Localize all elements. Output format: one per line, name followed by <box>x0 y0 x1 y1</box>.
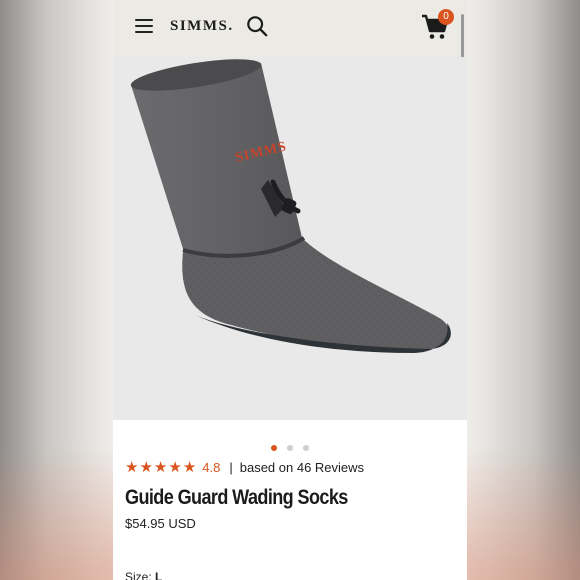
menu-icon[interactable] <box>135 18 153 34</box>
star-icon: ★ <box>139 459 153 476</box>
size-row: Size: L <box>125 570 162 580</box>
rating-separator: | <box>229 460 233 475</box>
cart-count-badge: 0 <box>438 9 454 25</box>
product-image[interactable]: SIMMS <box>113 57 467 420</box>
site-header: SIMMS. 0 <box>113 0 467 92</box>
brand-logo[interactable]: SIMMS. <box>170 18 234 35</box>
product-title: Guide Guard Wading Socks <box>125 486 348 509</box>
carousel-dot[interactable] <box>303 445 310 451</box>
star-icon: ★ <box>168 459 182 476</box>
star-icon: ★ <box>125 459 139 476</box>
search-icon[interactable] <box>246 15 268 37</box>
mobile-page: SIMMS. 0 SIMMS ★ ★ ★ ★ ★ 4.8 | based on … <box>113 0 467 580</box>
rating-value: 4.8 <box>202 460 221 475</box>
carousel-dot[interactable] <box>287 445 293 451</box>
size-value[interactable]: L <box>155 570 162 580</box>
reviews-link[interactable]: based on 46 Reviews <box>240 460 364 475</box>
carousel-dots <box>113 438 467 456</box>
rating-stars[interactable]: ★ ★ ★ ★ ★ <box>125 460 197 475</box>
size-label: Size: <box>125 570 152 580</box>
star-icon: ★ <box>182 459 197 476</box>
product-price: $54.95 USD <box>125 516 196 531</box>
star-icon: ★ <box>153 459 168 476</box>
sock-illustration <box>130 59 451 353</box>
rating-row: ★ ★ ★ ★ ★ 4.8 | based on 46 Reviews <box>125 460 364 475</box>
carousel-dot[interactable] <box>270 445 277 451</box>
